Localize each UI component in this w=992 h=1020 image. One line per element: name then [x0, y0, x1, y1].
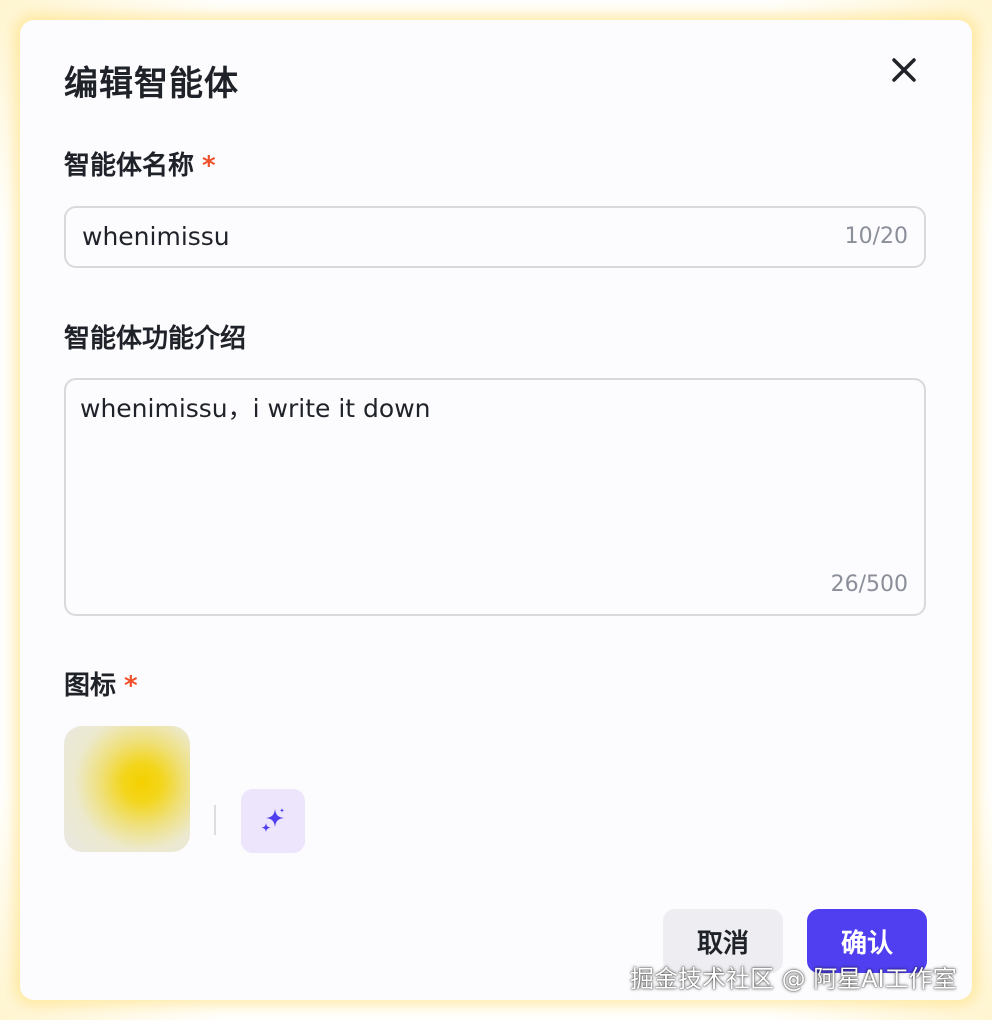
agent-description-textarea[interactable]: whenimissu，i write it down 26/500 [64, 378, 926, 616]
watermark: 掘金技术社区 @ 阿星AI工作室 [630, 965, 957, 993]
required-mark: * [124, 671, 138, 701]
name-char-counter: 10/20 [844, 224, 908, 249]
agent-name-input[interactable]: whenimissu 10/20 [64, 206, 926, 268]
name-field-label: 智能体名称 * [64, 148, 216, 184]
description-field-label: 智能体功能介绍 [64, 324, 247, 354]
icon-label-text: 图标 [64, 671, 117, 701]
divider [214, 805, 216, 835]
dialog-title: 编辑智能体 [64, 64, 239, 104]
agent-icon-preview[interactable] [64, 726, 190, 852]
agent-description-value: whenimissu，i write it down [80, 394, 431, 423]
sparkle-icon [261, 808, 285, 833]
edit-agent-dialog: 编辑智能体 智能体名称 * whenimissu 10/20 智能体功能介绍 wh… [20, 20, 972, 1000]
description-char-counter: 26/500 [830, 572, 908, 597]
icon-field-label: 图标 * [64, 668, 138, 704]
close-icon [892, 58, 916, 82]
required-mark: * [202, 151, 216, 181]
agent-name-value: whenimissu [82, 222, 230, 251]
ai-generate-icon-button[interactable] [241, 789, 305, 853]
close-button[interactable] [882, 48, 926, 92]
name-label-text: 智能体名称 [64, 151, 195, 181]
